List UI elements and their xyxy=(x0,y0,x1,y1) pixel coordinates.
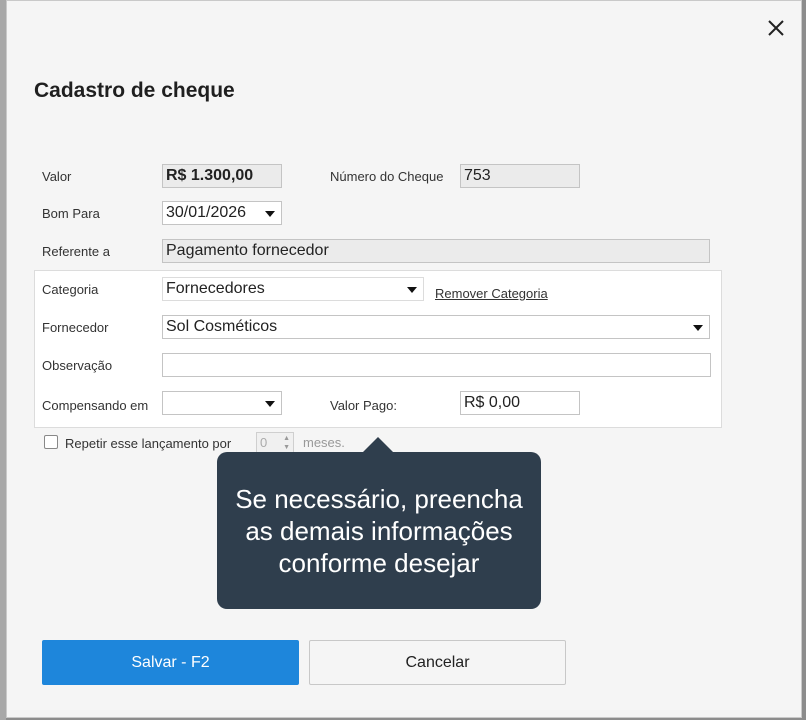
save-button[interactable]: Salvar - F2 xyxy=(42,640,299,685)
bom-para-date-select[interactable]: 30/01/2026 xyxy=(162,201,282,225)
compensando-label: Compensando em xyxy=(42,398,149,413)
bom-para-label: Bom Para xyxy=(42,206,100,221)
stepper-arrows-icon: ▲ ▼ xyxy=(283,435,290,451)
categoria-select[interactable]: Fornecedores xyxy=(162,277,424,301)
help-tooltip: Se necessário, preencha as demais inform… xyxy=(217,452,541,609)
repetir-meses-value: 0 xyxy=(260,435,268,450)
cancel-button-label: Cancelar xyxy=(405,653,470,671)
chevron-down-icon xyxy=(265,211,275,217)
meses-label: meses. xyxy=(303,435,345,450)
referente-input[interactable]: Pagamento fornecedor xyxy=(162,239,710,263)
repetir-meses-stepper[interactable]: 0 ▲ ▼ xyxy=(256,432,294,454)
close-button[interactable] xyxy=(763,15,789,41)
cancel-button[interactable]: Cancelar xyxy=(309,640,566,685)
repetir-checkbox[interactable] xyxy=(44,435,58,449)
numero-cheque-label: Número do Cheque xyxy=(330,169,444,184)
valor-label: Valor xyxy=(42,169,72,184)
chevron-down-icon xyxy=(265,401,275,407)
observacao-label: Observação xyxy=(42,358,113,373)
valor-pago-label: Valor Pago: xyxy=(330,398,397,413)
observacao-input[interactable] xyxy=(162,353,711,377)
highlighted-section: Categoria Fornecedores Remover Categoria… xyxy=(35,271,721,427)
valor-pago-input[interactable]: R$ 0,00 xyxy=(460,391,580,415)
chevron-down-icon xyxy=(407,287,417,293)
numero-cheque-input[interactable]: 753 xyxy=(460,164,580,188)
fornecedor-value: Sol Cosméticos xyxy=(166,318,278,335)
tooltip-arrow xyxy=(362,437,394,453)
referente-label: Referente a xyxy=(42,244,110,259)
chevron-down-icon xyxy=(693,325,703,331)
compensando-select[interactable] xyxy=(162,391,282,415)
categoria-value: Fornecedores xyxy=(166,280,265,297)
save-button-label: Salvar - F2 xyxy=(131,653,210,671)
categoria-label: Categoria xyxy=(42,282,99,297)
bom-para-value: 30/01/2026 xyxy=(166,204,247,221)
fornecedor-select[interactable]: Sol Cosméticos xyxy=(162,315,710,339)
close-icon xyxy=(768,20,784,36)
tooltip-text: Se necessário, preencha as demais inform… xyxy=(235,483,523,578)
fornecedor-label: Fornecedor xyxy=(42,320,109,335)
remover-categoria-link[interactable]: Remover Categoria xyxy=(435,286,548,301)
repetir-label: Repetir esse lançamento por xyxy=(65,436,232,451)
dialog-title: Cadastro de cheque xyxy=(34,79,235,102)
check-registration-dialog: Cadastro de cheque Valor R$ 1.300,00 Núm… xyxy=(6,0,802,718)
valor-input[interactable]: R$ 1.300,00 xyxy=(162,164,282,188)
